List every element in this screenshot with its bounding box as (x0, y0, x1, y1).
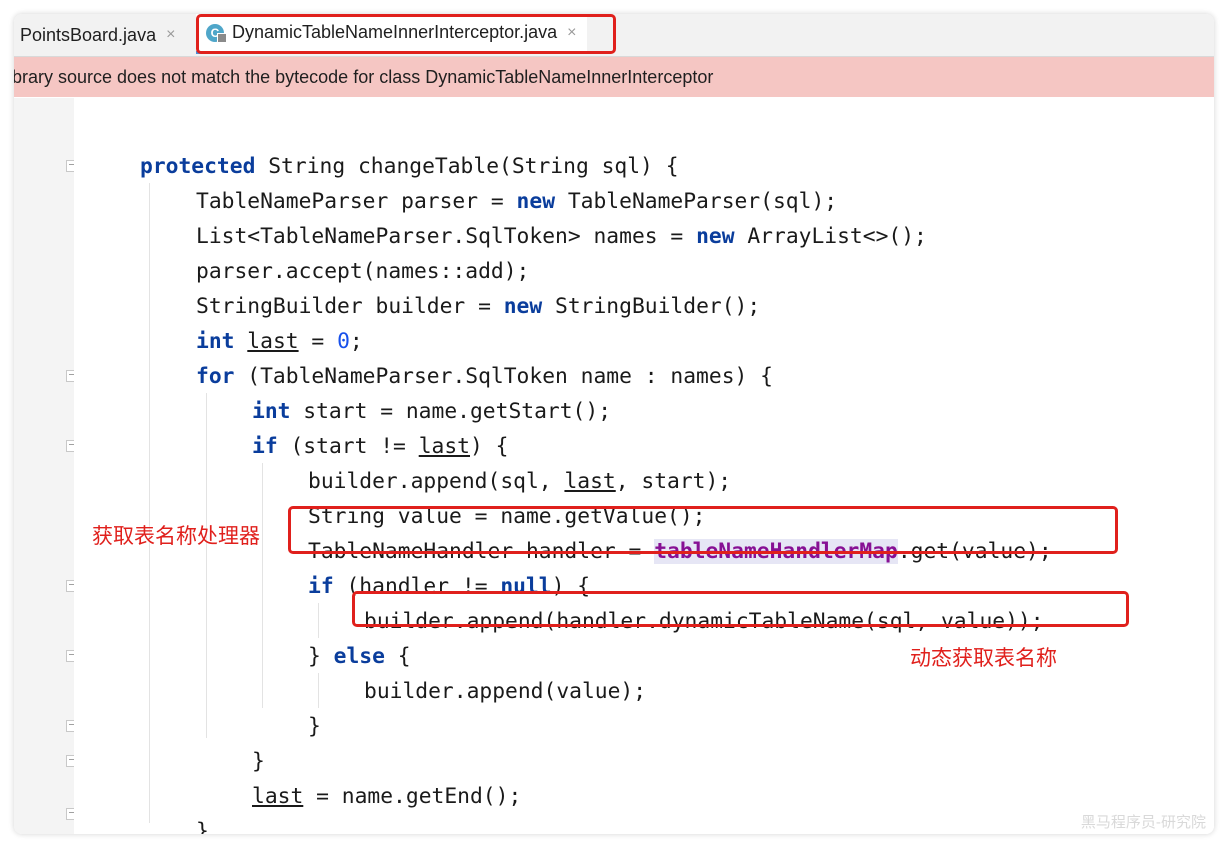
code-line-9: if (start != last) { (252, 434, 509, 459)
code-line-18: } (252, 749, 265, 774)
code-line-20: } (196, 819, 209, 834)
bytecode-mismatch-banner: ibrary source does not match the bytecod… (14, 57, 1214, 97)
close-icon[interactable]: × (166, 26, 175, 44)
code-line-1: protected String changeTable(String sql)… (140, 154, 679, 179)
dynamic-name-highlight-box (352, 591, 1129, 627)
banner-text: ibrary source does not match the bytecod… (14, 67, 714, 87)
code-line-16: builder.append(value); (364, 679, 647, 704)
code-line-2: TableNameParser parser = new TableNamePa… (196, 189, 838, 214)
editor-gutter (14, 98, 78, 834)
code-line-10: builder.append(sql, last, start); (308, 469, 732, 494)
indent-guide (206, 393, 207, 738)
annotation-dynamic: 动态获取表名称 (910, 646, 1057, 670)
code-editor[interactable]: protected String changeTable(String sql)… (74, 98, 1214, 834)
code-line-5: StringBuilder builder = new StringBuilde… (196, 294, 761, 319)
code-line-17: } (308, 714, 321, 739)
indent-guide (318, 673, 319, 708)
code-line-6: int last = 0; (196, 329, 363, 354)
code-line-15: } else { (308, 644, 411, 669)
tab-pointsboard[interactable]: PointsBoard.java × (20, 14, 175, 56)
watermark: 黑马程序员-研究院 (1080, 813, 1206, 831)
indent-guide (262, 463, 263, 708)
handler-highlight-box (288, 506, 1118, 554)
editor-window: PointsBoard.java × C DynamicTableNameInn… (14, 14, 1214, 834)
code-line-4: parser.accept(names::add); (196, 259, 530, 284)
code-line-8: int start = name.getStart(); (252, 399, 612, 424)
code-line-3: List<TableNameParser.SqlToken> names = n… (196, 224, 927, 249)
indent-guide (149, 183, 150, 823)
tab-highlight-box (196, 14, 616, 54)
indent-guide (318, 603, 319, 638)
code-line-7: for (TableNameParser.SqlToken name : nam… (196, 364, 773, 389)
annotation-handler: 获取表名称处理器 (92, 524, 260, 548)
tab-label: PointsBoard.java (20, 24, 157, 45)
code-line-19: last = name.getEnd(); (252, 784, 522, 809)
